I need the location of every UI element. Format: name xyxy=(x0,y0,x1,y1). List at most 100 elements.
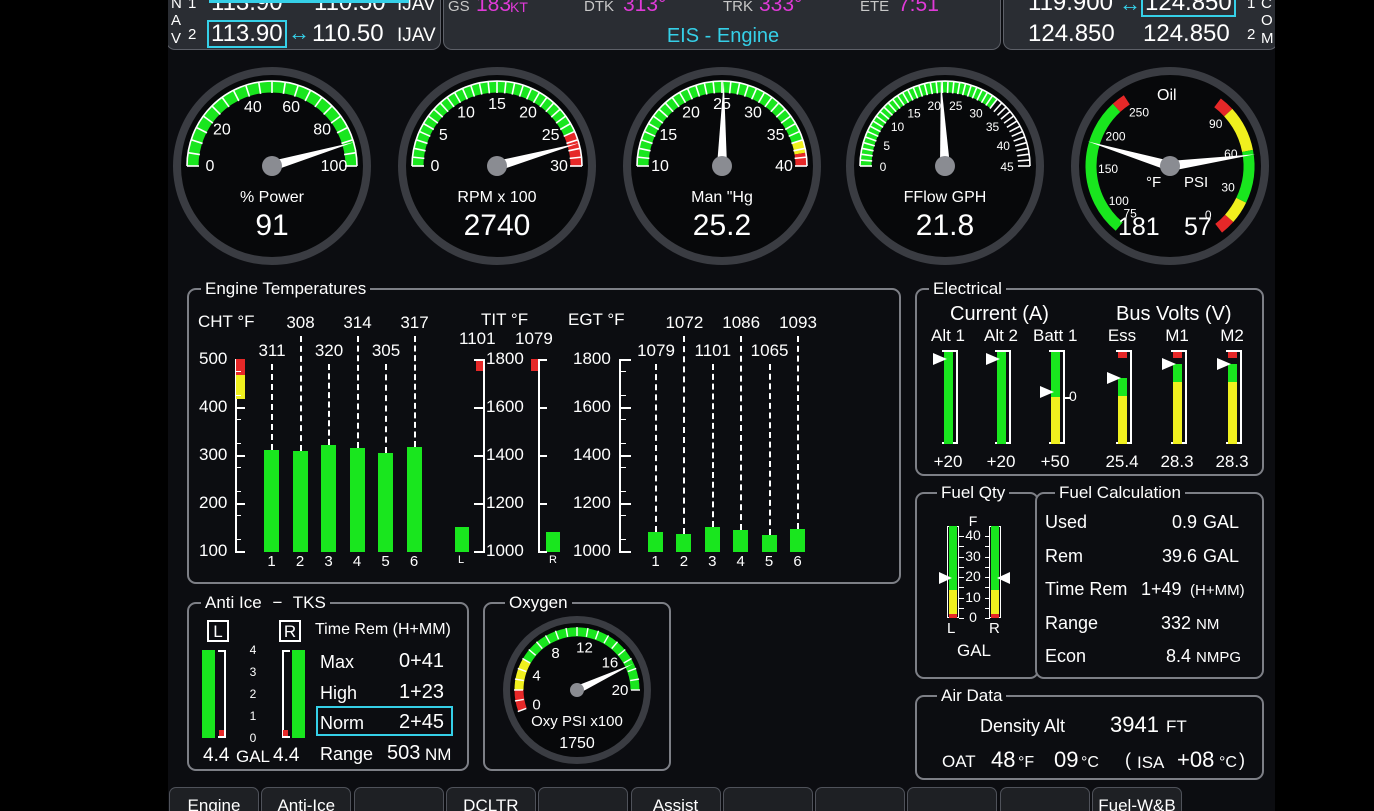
softkey-empty-2[interactable] xyxy=(353,787,444,811)
egt-bar xyxy=(704,526,720,552)
fuel-calc-time-rem-value: 1+49 xyxy=(1141,579,1182,599)
cht-value-label: 305 xyxy=(371,341,401,360)
softkey-dcltr[interactable]: DCLTR xyxy=(445,787,536,811)
cht-cylinder-number: 2 xyxy=(295,553,305,570)
nav-radio-panel[interactable]: N A V 1 2 113.90 110.50 IJAV 113.90 ↔ 11… xyxy=(168,0,441,50)
nav2-ident: IJAV xyxy=(397,25,436,46)
com-radio-panel[interactable]: 119.900 ↔ 124.850 124.850 124.850 1 2 C … xyxy=(1003,0,1275,50)
softkey-empty-6[interactable] xyxy=(722,787,813,811)
cht-value-label: 311 xyxy=(258,341,286,360)
oil-title: Oil xyxy=(1157,87,1177,104)
oat-c-value: 09 xyxy=(1054,747,1079,772)
com1-swap-icon[interactable]: ↔ xyxy=(1119,0,1141,15)
nav1-index: 1 xyxy=(188,0,197,12)
fuel-tank-left-tick xyxy=(959,597,964,599)
high-label: High xyxy=(320,683,358,703)
tit-scale-label: 1800 xyxy=(486,349,524,368)
cht-minor-tick xyxy=(235,467,241,468)
com1-standby-freq[interactable]: 124.850 xyxy=(1141,0,1236,17)
elec-bar-value: 28.3 xyxy=(1160,452,1194,471)
nav2-standby-freq[interactable]: 110.50 xyxy=(312,22,384,46)
oxygen-hub xyxy=(570,683,584,697)
cht-dash xyxy=(299,336,302,452)
cht-dash xyxy=(385,364,387,453)
elec-zero-label: 0 xyxy=(1069,388,1077,404)
gs-value: 183 xyxy=(476,0,512,16)
cht-scale-label: 200 xyxy=(199,493,228,512)
fuel-tank-right-tick xyxy=(985,597,990,599)
fuel-tank-right-tick xyxy=(985,618,990,619)
fuel-calc-rem-unit: GAL xyxy=(1203,546,1240,566)
oxygen-tick-label: 4 xyxy=(532,667,540,684)
softkey-empty-7[interactable] xyxy=(815,787,906,811)
power-tick-label: 100 xyxy=(321,158,348,175)
tit-scale-label: 1200 xyxy=(486,493,524,512)
rpm-tick-label: 30 xyxy=(550,158,568,175)
com2-index: 2 xyxy=(1247,26,1256,43)
elec-bar-redline xyxy=(1173,352,1182,358)
fuel-tank-left-yellow xyxy=(949,590,957,614)
softkey-anti-ice[interactable]: Anti-Ice xyxy=(261,787,352,811)
egt-bar xyxy=(733,530,749,552)
anti-ice-mode-norm[interactable]: Norm 2+45 xyxy=(316,706,453,736)
data-fields-bar: GS 183 KT DTK 313° TRK 333° ETE 7:51 EIS… xyxy=(443,0,1001,50)
softkey-empty-8[interactable] xyxy=(907,787,998,811)
cht-value-label: 314 xyxy=(343,313,372,332)
air-data-panel: Air Data Density Alt 3941 FT OAT 48 °F 0… xyxy=(915,686,1264,780)
softkey-empty-9[interactable] xyxy=(999,787,1090,811)
engine-temperatures-content: CHT °F TIT °F EGT °F 500 400 300 200 100 311 1 308… xyxy=(187,288,901,584)
softkey-assist[interactable]: Assist xyxy=(630,787,721,811)
fuel-calc-used-label: Used xyxy=(1045,512,1088,532)
cht-scale-label: 400 xyxy=(199,397,228,416)
elec-bar-pointer xyxy=(933,353,947,366)
cht-value-label: 317 xyxy=(400,313,429,332)
nav2-swap-icon[interactable]: ↔ xyxy=(288,22,310,44)
fuel-tank-left-tick xyxy=(959,577,964,579)
softkey-empty-4[interactable] xyxy=(538,787,629,811)
cht-cylinder-number: 3 xyxy=(324,553,333,570)
fflow-tick xyxy=(860,159,873,162)
fuel-scale-label: 10 xyxy=(965,588,981,605)
com2-standby-freq[interactable]: 124.850 xyxy=(1143,22,1230,46)
oil-psi-tick-label: 30 xyxy=(1221,181,1235,195)
nav-side-letter-a: A xyxy=(171,12,182,29)
fflow-hub xyxy=(935,156,955,176)
softkey-engine[interactable]: Engine xyxy=(169,787,259,811)
egt-value-label: 1093 xyxy=(779,313,817,332)
egt-scale-label: 1800 xyxy=(573,349,611,368)
tit-left-value: 1101 xyxy=(459,329,496,348)
egt-value-label: 1101 xyxy=(694,341,732,360)
elec-bar-pointer xyxy=(1107,372,1121,385)
cht-bar xyxy=(406,446,422,552)
fuel-scale-label: 0 xyxy=(969,609,977,625)
anti-ice-left-value: 4.4 xyxy=(203,745,230,766)
nav2-active-freq[interactable]: 113.90 xyxy=(207,20,287,48)
com1-active-freq[interactable]: 119.900 xyxy=(1028,0,1113,15)
oil-temp-tick-label: 250 xyxy=(1129,105,1149,119)
cht-dash xyxy=(328,364,330,446)
rpm-tick-label: 15 xyxy=(488,96,506,113)
power-tick-label: 80 xyxy=(313,122,331,139)
oil-psi-red-high xyxy=(1214,98,1233,117)
com2-active-freq[interactable]: 124.850 xyxy=(1028,22,1115,46)
tit-left-tick xyxy=(474,551,483,553)
oxygen-value: 1750 xyxy=(559,735,595,752)
power-tick-label: 60 xyxy=(282,99,300,116)
anti-ice-left-bracket xyxy=(218,650,226,738)
elec-bar-value: +20 xyxy=(933,452,963,471)
fuel-left-pointer xyxy=(939,571,952,584)
tit-right-bar xyxy=(546,532,560,552)
cht-minor-tick xyxy=(235,395,241,396)
rpm-value: 2740 xyxy=(463,209,531,242)
fuel-right-pointer xyxy=(997,571,1010,584)
fuel-calc-rem-value: 39.6 xyxy=(1161,546,1197,566)
softkey-fuel-w-b[interactable]: Fuel-W&B xyxy=(1092,787,1182,811)
elec-bar-value: +20 xyxy=(986,452,1016,471)
fflow-tick-label: 15 xyxy=(907,106,921,120)
rpm-hub xyxy=(487,156,507,176)
rpm-tick-label: 25 xyxy=(542,127,560,144)
fuel-calc-time-rem-label: Time Rem xyxy=(1045,579,1128,599)
cht-cylinder-number: 5 xyxy=(381,553,390,570)
anti-ice-scale-label: 1 xyxy=(249,709,257,723)
tit-scale-label: 1000 xyxy=(486,541,524,560)
